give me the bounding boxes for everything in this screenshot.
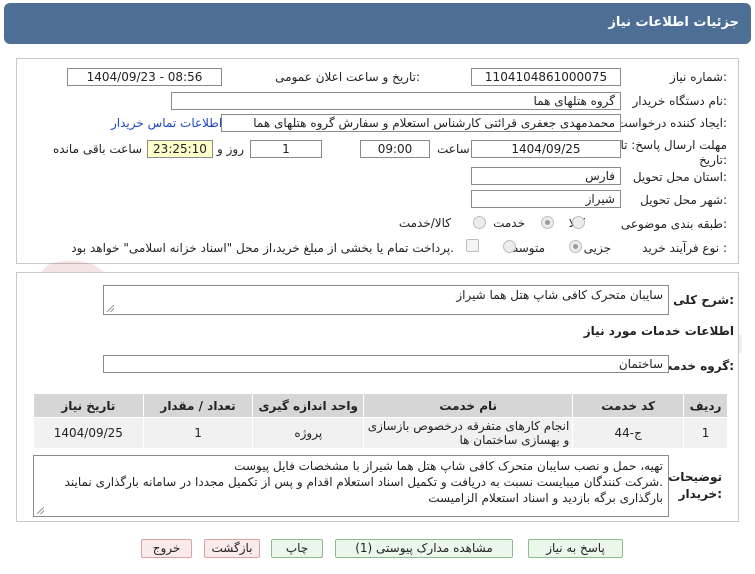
deadline-time-field: 09:00: [360, 140, 430, 158]
cell-service-name: انجام کارهای متفرقه درخصوص بازسازی و بهس…: [363, 417, 574, 449]
remaining-time-field: 23:25:10: [147, 140, 213, 158]
province-field: فارس: [471, 167, 621, 185]
service-items-table: ردیف کد خدمت نام خدمت واحد اندازه گیری ت…: [33, 393, 728, 449]
creator-field: محمدمهدی جعفری قرائتی کارشناس استعلام و …: [221, 114, 621, 132]
treasury-payment-note: پرداخت تمام یا بخشی از مبلغ خرید،از محل …: [71, 241, 454, 255]
title-bar: جزئیات اطلاعات نیاز: [4, 3, 751, 44]
buyer-org-field: گروه هتلهای هما: [171, 92, 621, 110]
deadline-label-date: تاریخ:: [699, 153, 727, 167]
days-label: روز و: [217, 142, 244, 156]
buyer-org-label: نام دستگاه خریدار:: [632, 94, 728, 108]
print-button[interactable]: چاپ: [271, 539, 323, 558]
table-header-row: ردیف کد خدمت نام خدمت واحد اندازه گیری ت…: [33, 393, 728, 418]
category-option-both-radio[interactable]: [473, 216, 486, 229]
service-group-field: ساختمان: [103, 355, 669, 373]
process-option-minor-label: جزیی: [583, 241, 611, 255]
announce-datetime-field: 1404/09/23 - 08:56: [67, 68, 222, 86]
days-field: 1: [250, 140, 322, 158]
services-panel: شرح کلی نیاز: سایبان متحرک کافی شاپ هتل …: [16, 272, 739, 522]
process-option-medium-radio[interactable]: [503, 240, 516, 253]
column-header-unit: واحد اندازه گیری: [252, 393, 365, 418]
buyer-contact-link[interactable]: اطلاعات تماس خریدار: [111, 116, 222, 130]
creator-label: ایجاد کننده درخواست:: [616, 116, 727, 130]
category-label: طبقه بندی موضوعی:: [620, 217, 727, 231]
province-label: استان محل تحویل:: [632, 170, 727, 184]
category-option-goods-radio[interactable]: [572, 216, 585, 229]
process-option-minor-radio[interactable]: [569, 240, 582, 253]
need-number-label: شماره نیاز:: [669, 70, 727, 84]
column-header-need-date: تاریخ نیاز: [33, 393, 144, 418]
cell-quantity: 1: [142, 417, 254, 449]
category-option-service-radio[interactable]: [541, 216, 554, 229]
deadline-date-field: 1404/09/25: [471, 140, 621, 158]
treasury-payment-checkbox[interactable]: [466, 239, 479, 252]
cell-service-code: ج-44: [572, 417, 685, 449]
cell-index: 1: [683, 417, 728, 449]
resize-handle-icon[interactable]: [107, 305, 114, 312]
services-section-title: اطلاعات خدمات مورد نیاز: [583, 324, 734, 338]
remaining-time-label: ساعت باقی مانده: [53, 142, 143, 156]
reply-to-need-button[interactable]: پاسخ به نیاز: [528, 539, 623, 558]
resize-handle-icon[interactable]: [37, 507, 44, 514]
city-label: شهر محل تحویل:: [640, 193, 727, 207]
need-info-panel: شماره نیاز: 1104104861000075 تاریخ و ساع…: [16, 58, 739, 264]
cell-need-date: 1404/09/25: [33, 417, 144, 449]
buyer-notes-line: شرکت کنندگان میبایست نسبت به دریافت و تک…: [64, 475, 663, 489]
back-button[interactable]: بازگشت: [204, 539, 260, 558]
category-option-both-label: کالا/خدمت: [398, 216, 451, 230]
cell-unit: پروژه: [252, 417, 365, 449]
column-header-service-name: نام خدمت: [363, 393, 574, 418]
buyer-notes-label-2: خریدار:: [678, 487, 722, 501]
need-description-text: سایبان متحرک کافی شاپ هتل هما شیراز: [456, 288, 663, 302]
column-header-index: ردیف: [683, 393, 728, 418]
need-description-field[interactable]: سایبان متحرک کافی شاپ هتل هما شیراز: [103, 285, 669, 315]
service-group-label: گروه خدمت:: [660, 359, 734, 373]
column-header-service-code: کد خدمت: [572, 393, 685, 418]
buyer-notes-line: بارگذاری برگه بازدید و اسناد استعلام الز…: [428, 491, 663, 505]
exit-button[interactable]: خروج: [141, 539, 192, 558]
deadline-time-label: ساعت: [437, 142, 470, 156]
view-attachments-button[interactable]: مشاهده مدارک پیوستی (1): [335, 539, 513, 558]
page-title: جزئیات اطلاعات نیاز: [608, 15, 739, 30]
buyer-notes-field[interactable]: تهیه، حمل و نصب سایبان متحرک کافی شاپ هت…: [33, 455, 669, 517]
category-option-service-label: خدمت: [493, 216, 525, 230]
process-type-label: نوع فرآیند خرید :: [642, 241, 727, 255]
column-header-quantity: تعداد / مقدار: [142, 393, 254, 418]
need-number-field: 1104104861000075: [471, 68, 621, 86]
announce-datetime-label: تاریخ و ساعت اعلان عمومی:: [275, 70, 420, 84]
table-row: 1 ج-44 انجام کارهای متفرقه درخصوص بازساز…: [33, 417, 728, 449]
deadline-label: مهلت ارسال پاسخ: تا: [620, 138, 727, 152]
buyer-notes-line: تهیه، حمل و نصب سایبان متحرک کافی شاپ هت…: [234, 459, 663, 473]
buyer-notes-label: توضیحات: [668, 470, 722, 484]
city-field: شیراز: [471, 190, 621, 208]
